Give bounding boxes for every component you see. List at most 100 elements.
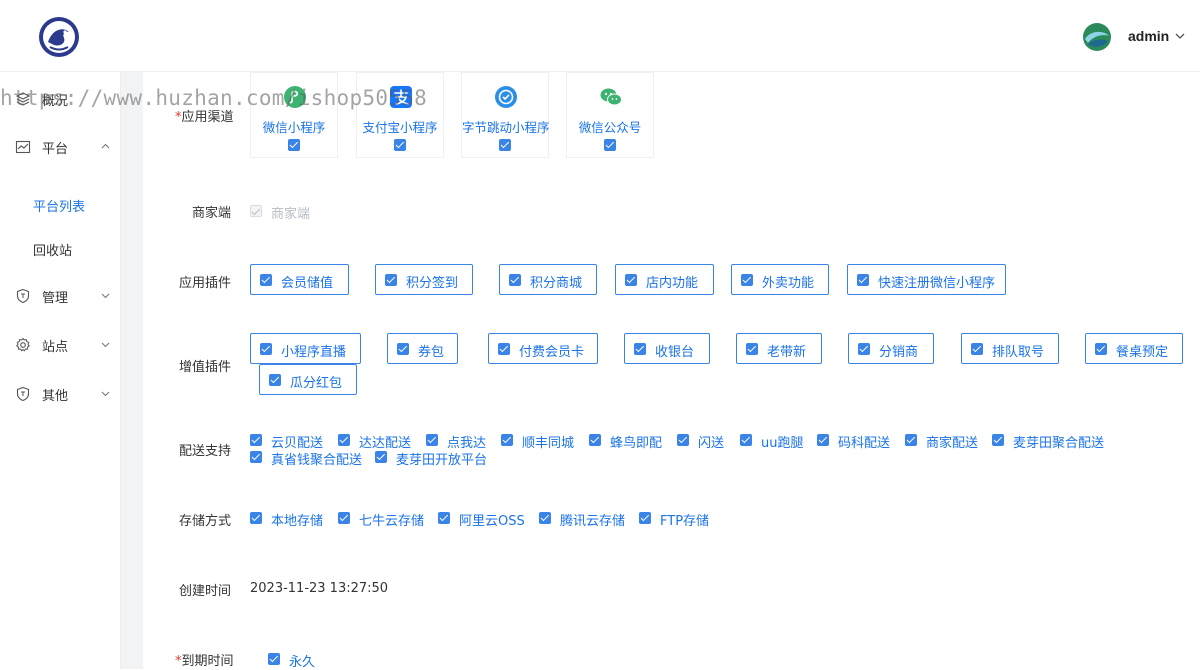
wechat-mini-program-icon: [284, 86, 306, 108]
chevron-down-icon: [101, 391, 110, 397]
chevron-up-icon: [101, 143, 110, 149]
value-added-checkbox[interactable]: [1095, 343, 1107, 355]
merchant-label: 商家端: [192, 206, 232, 221]
created-label: 创建时间: [179, 584, 232, 599]
plugin-chip[interactable]: 快速注册微信小程序: [847, 264, 1006, 295]
storage-checkbox[interactable]: [338, 512, 350, 524]
plugin-chip[interactable]: 店内功能: [615, 264, 714, 295]
wechat-icon: [600, 88, 622, 106]
sidebar-subitem-recycle-bin[interactable]: 回收站: [33, 240, 72, 259]
plugin-checkbox[interactable]: [385, 274, 397, 286]
channel-name: 支付宝小程序: [362, 120, 438, 135]
sidebar-item-platform[interactable]: 平台: [0, 134, 121, 160]
plugin-checkbox[interactable]: [509, 274, 521, 286]
delivery-checkbox[interactable]: [589, 434, 601, 446]
value-added-checkbox[interactable]: [746, 343, 758, 355]
expire-label: *到期时间: [175, 654, 234, 669]
channel-checkbox[interactable]: [394, 139, 406, 151]
value-added-checkbox[interactable]: [397, 343, 409, 355]
channel-name: 微信公众号: [578, 120, 642, 135]
delivery-checkbox[interactable]: [817, 434, 829, 446]
channel-wechat-official-account[interactable]: 微信公众号: [566, 72, 654, 158]
storage-label: 存储方式: [179, 514, 232, 529]
sidebar-item-label: 平台: [42, 142, 69, 157]
delivery-checkbox[interactable]: [426, 434, 438, 446]
channel-alipay-mini-program[interactable]: 支付宝小程序: [356, 72, 444, 158]
value-added-chip[interactable]: 收银台: [624, 333, 710, 364]
shield-icon: [16, 288, 30, 304]
delivery-checkbox[interactable]: [250, 451, 262, 463]
delivery-checkbox[interactable]: [501, 434, 513, 446]
plugin-checkbox[interactable]: [741, 274, 753, 286]
bytedance-icon: [495, 86, 517, 108]
delivery-checkbox[interactable]: [992, 434, 1004, 446]
channel-checkbox[interactable]: [604, 139, 616, 151]
value-added-chip[interactable]: 分销商: [848, 333, 934, 364]
sidebar-item-overview[interactable]: 概况: [0, 86, 121, 112]
plugins-label: 应用插件: [179, 276, 232, 291]
plugin-checkbox[interactable]: [260, 274, 272, 286]
storage-checkbox[interactable]: [438, 512, 450, 524]
delivery-checkbox[interactable]: [905, 434, 917, 446]
value-added-checkbox[interactable]: [634, 343, 646, 355]
merchant-checkbox-disabled: [250, 205, 262, 217]
created-value: 2023-11-23 13:27:50: [250, 581, 389, 596]
channel-checkbox[interactable]: [288, 139, 300, 151]
plugin-chip[interactable]: 外卖功能: [731, 264, 829, 295]
gear-icon: [15, 337, 31, 352]
storage-checkbox[interactable]: [639, 512, 651, 524]
chevron-down-icon[interactable]: [1174, 30, 1186, 42]
sidebar-item-label: 其他: [42, 389, 69, 404]
sidebar-item-manage[interactable]: 管理: [0, 283, 121, 309]
chevron-down-icon: [101, 342, 110, 348]
channels-label: *应用渠道: [175, 110, 234, 125]
user-avatar[interactable]: [1082, 22, 1112, 52]
shield-icon: [16, 386, 30, 402]
channel-name: 微信小程序: [262, 120, 326, 135]
value-added-chip[interactable]: 老带新: [736, 333, 822, 364]
platform-detail-form: *应用渠道 微信小程序 支付宝小程序 字节跳动小程序 微信公众号 商家端 商家端…: [143, 72, 1200, 670]
sidebar-item-label: 概况: [42, 94, 69, 109]
delivery-checkbox[interactable]: [740, 434, 752, 446]
sidebar-subitem-platform-list[interactable]: 平台列表: [33, 196, 85, 215]
value-added-checkbox[interactable]: [269, 374, 281, 386]
channel-bytedance-mini-program[interactable]: 字节跳动小程序: [461, 72, 550, 158]
storage-checkbox[interactable]: [250, 512, 262, 524]
value-added-checkbox[interactable]: [260, 343, 272, 355]
layers-icon: [15, 92, 31, 106]
plugin-chip[interactable]: 积分签到: [375, 264, 473, 295]
delivery-label: 配送支持: [179, 444, 232, 459]
value-added-checkbox[interactable]: [971, 343, 983, 355]
user-name[interactable]: admin: [1128, 28, 1169, 44]
value-added-chip[interactable]: 小程序直播: [250, 333, 361, 364]
delivery-checkbox[interactable]: [677, 434, 689, 446]
sidebar-item-other[interactable]: 其他: [0, 381, 121, 407]
value-added-chip[interactable]: 瓜分红包: [259, 364, 357, 395]
value-added-chip[interactable]: 餐桌预定: [1085, 333, 1183, 364]
delivery-checkbox[interactable]: [338, 434, 350, 446]
delivery-checkbox[interactable]: [250, 434, 262, 446]
value-added-checkbox[interactable]: [498, 343, 510, 355]
plugin-checkbox[interactable]: [625, 274, 637, 286]
alipay-icon: [390, 86, 412, 108]
channel-wechat-mini-program[interactable]: 微信小程序: [250, 72, 338, 158]
channel-checkbox[interactable]: [499, 139, 511, 151]
plugin-chip[interactable]: 会员储值: [250, 264, 349, 295]
plugin-chip[interactable]: 积分商城: [499, 264, 597, 295]
sidebar-item-label: 管理: [42, 291, 69, 306]
content-gutter: [121, 72, 143, 669]
plugin-checkbox[interactable]: [857, 274, 869, 286]
chevron-down-icon: [101, 293, 110, 299]
storage-checkbox[interactable]: [539, 512, 551, 524]
value-added-chip[interactable]: 排队取号: [961, 333, 1059, 364]
top-header: admin: [0, 0, 1200, 72]
value-added-chip[interactable]: 券包: [387, 333, 458, 364]
chart-icon: [15, 140, 31, 154]
sidebar-item-site[interactable]: 站点: [0, 332, 121, 358]
dragon-logo-icon[interactable]: [38, 16, 80, 58]
delivery-checkbox[interactable]: [375, 451, 387, 463]
value-added-checkbox[interactable]: [858, 343, 870, 355]
value-added-chip[interactable]: 付费会员卡: [488, 333, 598, 364]
sidebar-item-label: 站点: [42, 340, 69, 355]
expire-checkbox[interactable]: [268, 653, 280, 665]
